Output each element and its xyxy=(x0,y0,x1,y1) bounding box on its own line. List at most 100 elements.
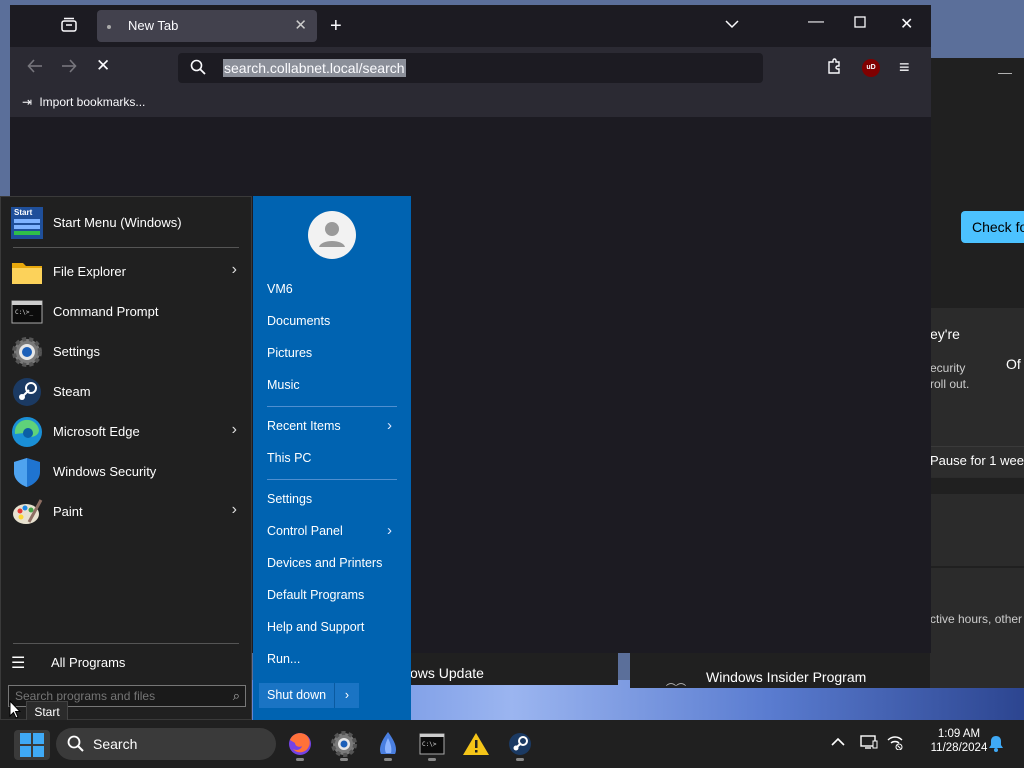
tab-list-chevron-icon[interactable] xyxy=(724,17,740,35)
back-arrow-icon[interactable] xyxy=(26,57,44,80)
terminal-icon: C:\>_ xyxy=(11,296,43,328)
start-right-devices-printers[interactable]: Devices and Printers xyxy=(267,556,382,570)
start-right-documents[interactable]: Documents xyxy=(267,314,330,328)
minimize-icon[interactable]: — xyxy=(998,64,1012,80)
start-right-user[interactable]: VM6 xyxy=(267,282,293,296)
tab-overview-icon[interactable] xyxy=(60,17,78,38)
import-bookmarks-link[interactable]: ⇥ Import bookmarks... xyxy=(22,95,145,109)
start-right-music[interactable]: Music xyxy=(267,378,300,392)
start-tooltip: Start xyxy=(26,701,68,721)
chevron-right-icon[interactable]: › xyxy=(232,501,237,519)
start-item-microsoft-edge[interactable]: Microsoft Edge › xyxy=(11,414,243,450)
all-programs-button[interactable]: ☰ All Programs xyxy=(11,645,243,681)
divider xyxy=(267,479,397,480)
chevron-right-icon[interactable]: › xyxy=(232,261,237,279)
tab-bar: New Tab ✕ + — ✕ xyxy=(10,5,931,47)
start-right-default-programs[interactable]: Default Programs xyxy=(267,588,364,602)
import-icon: ⇥ xyxy=(22,95,33,109)
folder-icon xyxy=(11,256,43,288)
taskbar-terminal[interactable]: C:\> xyxy=(416,728,448,761)
search-icon[interactable]: ⌕ xyxy=(233,688,240,704)
divider xyxy=(13,247,239,248)
show-hidden-icons-chevron-icon[interactable] xyxy=(830,734,846,753)
start-right-control-panel[interactable]: Control Panel › xyxy=(267,522,399,539)
start-button[interactable] xyxy=(14,730,50,760)
taskbar-settings[interactable] xyxy=(328,728,360,761)
tab-favicon-icon xyxy=(107,25,111,29)
bookmarks-toolbar: ⇥ Import bookmarks... xyxy=(10,89,931,118)
close-window-icon[interactable]: ✕ xyxy=(900,14,913,34)
forward-arrow-icon[interactable] xyxy=(60,57,78,80)
windows-logo-icon xyxy=(20,733,44,757)
gear-icon xyxy=(11,336,43,368)
card-description: ecurity roll out. xyxy=(930,361,970,391)
start-item-file-explorer[interactable]: File Explorer › xyxy=(11,254,243,290)
start-item-command-prompt[interactable]: C:\>_ Command Prompt xyxy=(11,294,243,330)
notification-bell-icon[interactable] xyxy=(988,734,1004,755)
extensions-icon[interactable] xyxy=(826,58,843,80)
network-disconnected-icon[interactable] xyxy=(886,734,904,753)
divider xyxy=(13,643,239,644)
start-right-help-support[interactable]: Help and Support xyxy=(267,620,364,634)
settings-card xyxy=(930,494,1024,566)
shut-down-button[interactable]: Shut down › xyxy=(259,683,359,708)
clock-date: 11/28/2024 xyxy=(930,742,988,754)
ublock-icon[interactable]: uD xyxy=(862,59,880,77)
tab-new-tab[interactable]: New Tab ✕ xyxy=(97,10,317,42)
minimize-icon[interactable]: — xyxy=(808,13,824,31)
start-menu-app-icon: Start xyxy=(11,207,43,239)
search-icon xyxy=(190,59,206,80)
start-right-settings[interactable]: Settings xyxy=(267,492,312,506)
maximize-icon[interactable] xyxy=(854,15,866,33)
display-icon[interactable] xyxy=(860,734,878,753)
pause-updates-dropdown[interactable]: Pause for 1 wee xyxy=(930,446,1024,477)
steam-icon xyxy=(11,376,43,408)
menu-icon[interactable]: ≡ xyxy=(899,57,910,78)
taskbar-firefox[interactable] xyxy=(284,728,316,761)
running-indicator xyxy=(296,758,304,761)
gear-icon xyxy=(331,731,357,757)
steam-icon xyxy=(509,733,531,755)
active-hours-card[interactable]: ctive hours, other xyxy=(930,568,1024,688)
warning-icon xyxy=(463,733,489,755)
taskbar: Search C:\> 1:09 AM 11/28/2024 xyxy=(0,720,1024,768)
start-item-paint[interactable]: Paint › xyxy=(11,494,243,530)
start-right-pictures[interactable]: Pictures xyxy=(267,346,312,360)
taskbar-steam[interactable] xyxy=(504,728,536,761)
toggle-state[interactable]: Of xyxy=(1006,356,1021,372)
address-bar[interactable]: search.collabnet.local/search xyxy=(178,53,763,83)
close-tab-icon[interactable]: ✕ xyxy=(294,16,307,34)
terminal-icon: C:\> xyxy=(419,733,445,755)
chevron-right-icon[interactable]: › xyxy=(334,683,359,708)
clock[interactable]: 1:09 AM 11/28/2024 xyxy=(920,728,998,754)
stop-loading-icon[interactable]: ✕ xyxy=(96,56,110,76)
start-menu: Start Start Menu (Windows) File Explorer… xyxy=(0,196,411,720)
start-menu-header-label: Start Menu (Windows) xyxy=(53,215,182,230)
start-menu-header[interactable]: Start Start Menu (Windows) xyxy=(11,205,243,241)
start-item-steam[interactable]: Steam xyxy=(11,374,243,410)
mouse-cursor-icon xyxy=(9,700,21,719)
taskbar-app-blue[interactable] xyxy=(372,728,404,761)
clock-time: 1:09 AM xyxy=(937,728,981,740)
start-item-settings[interactable]: Settings xyxy=(11,334,243,370)
running-indicator xyxy=(340,758,348,761)
taskbar-warning-app[interactable] xyxy=(460,728,492,760)
svg-text:C:\>: C:\> xyxy=(422,741,437,748)
windows-update-background-strip xyxy=(408,643,618,653)
running-indicator xyxy=(516,758,524,761)
start-right-run[interactable]: Run... xyxy=(267,652,300,666)
svg-text:C:\>_: C:\>_ xyxy=(15,309,33,316)
search-icon xyxy=(67,735,84,752)
start-menu-right-pane: VM6 Documents Pictures Music Recent Item… xyxy=(253,196,411,720)
chevron-right-icon[interactable]: › xyxy=(232,421,237,439)
start-right-this-pc[interactable]: This PC xyxy=(267,451,311,465)
start-item-windows-security[interactable]: Windows Security xyxy=(11,454,243,490)
new-tab-icon[interactable]: + xyxy=(330,15,342,38)
check-for-updates-button[interactable]: Check fo xyxy=(961,211,1024,243)
taskbar-search-box[interactable]: Search xyxy=(56,728,276,760)
start-right-recent-items[interactable]: Recent Items › xyxy=(267,417,399,434)
paint-icon xyxy=(11,496,43,528)
user-avatar-icon[interactable] xyxy=(308,211,356,259)
url-text[interactable]: search.collabnet.local/search xyxy=(223,59,406,77)
windows-update-nav-item[interactable]: ows Update xyxy=(408,653,618,685)
